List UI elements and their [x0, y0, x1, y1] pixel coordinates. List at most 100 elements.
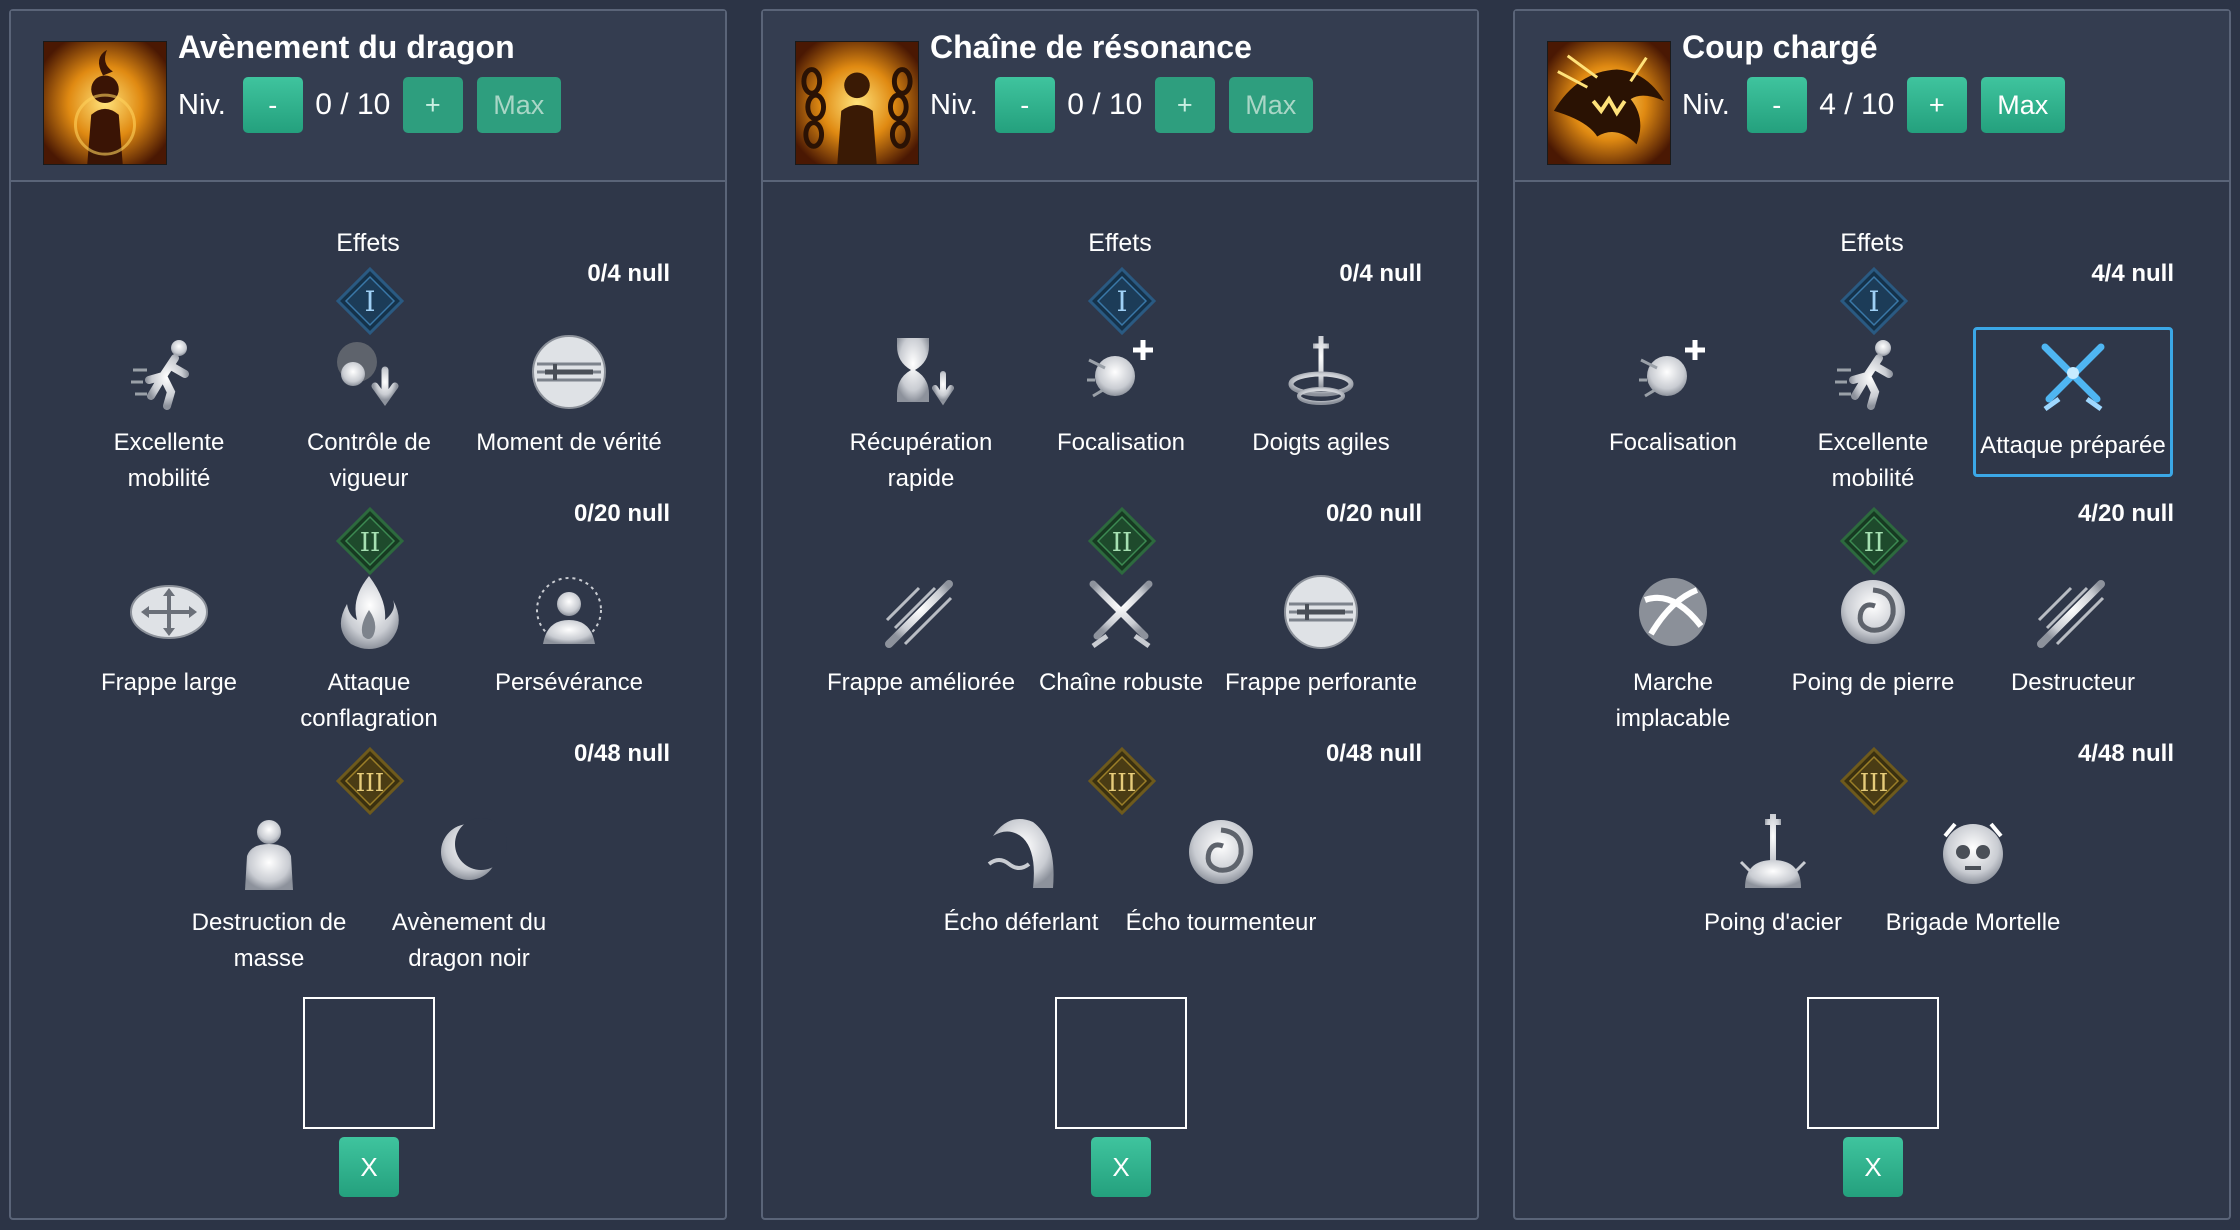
chain-skill-icon — [795, 41, 919, 165]
node-chaine-robuste[interactable]: Chaîne robuste — [1021, 567, 1221, 717]
level-max-button[interactable]: Max — [1980, 77, 2065, 133]
level-decrease-button[interactable]: - — [242, 77, 303, 133]
level-increase-button[interactable]: + — [1906, 77, 1967, 133]
tier-1-count: 0/4 null — [1339, 260, 1422, 287]
node-frappe-amelioree[interactable]: Frappe améliorée — [821, 567, 1021, 717]
skill-panel-1: Avènement du dragon Niv. - 0 / 10 + Max … — [9, 9, 727, 1220]
clear-button[interactable]: X — [1843, 1137, 1903, 1197]
node-label: Attaque préparée — [1980, 432, 2166, 459]
level-row: Niv. - 4 / 10 + Max — [1682, 77, 2065, 133]
node-perseverance[interactable]: Persévérance — [469, 567, 669, 717]
clear-button[interactable]: X — [1091, 1137, 1151, 1197]
node-frappe-perforante[interactable]: Frappe perforante — [1221, 567, 1421, 717]
vortex-icon — [1176, 807, 1266, 897]
node-echo-tourmenteur[interactable]: Écho tourmenteur — [1121, 807, 1321, 957]
hourglass-icon — [876, 327, 966, 417]
node-recuperation-rapide[interactable]: Récupération rapide — [821, 327, 1021, 492]
node-poing-de-pierre[interactable]: Poing de pierre — [1773, 567, 1973, 717]
tier-1-numeral: I — [1868, 285, 1879, 318]
crossed-swords-blue-icon — [2028, 330, 2118, 420]
node-controle-de-vigueur[interactable]: Contrôle de vigueur — [269, 327, 469, 492]
node-doigts-agiles[interactable]: Doigts agiles — [1221, 327, 1421, 477]
node-label: Destruction de masse — [191, 909, 347, 972]
charged-strike-skill-icon — [1547, 41, 1671, 165]
node-marche-implacable[interactable]: Marche implacable — [1573, 567, 1773, 732]
node-excellente-mobilite[interactable]: Excellente mobilité — [1773, 327, 1973, 492]
skill-title: Avènement du dragon — [178, 29, 515, 65]
level-current: 4 — [1819, 88, 1836, 121]
tier-1-numeral: I — [1116, 285, 1127, 318]
node-avenement-du-dragon-noir[interactable]: Avènement du dragon noir — [369, 807, 569, 972]
level-max: 10 — [356, 88, 391, 121]
node-focalisation[interactable]: Focalisation — [1573, 327, 1773, 477]
selection-slot[interactable] — [303, 997, 435, 1129]
level-increase-button[interactable]: + — [402, 77, 463, 133]
node-label: Moment de vérité — [476, 429, 662, 456]
level-value: 0 / 10 — [1055, 88, 1155, 122]
level-decrease-button[interactable]: - — [1746, 77, 1807, 133]
tier-1-count: 4/4 null — [2091, 260, 2174, 287]
node-label: Poing de pierre — [1791, 669, 1955, 696]
level-max: 10 — [1860, 88, 1895, 121]
node-label: Frappe améliorée — [826, 669, 1016, 696]
node-destructeur[interactable]: Destructeur — [1973, 567, 2173, 717]
level-value: 4 / 10 — [1807, 88, 1907, 122]
skill-title: Chaîne de résonance — [930, 29, 1252, 65]
node-label: Écho déferlant — [943, 909, 1099, 936]
panel-body: Effets 4/4 null I Focalisation Excellent… — [1515, 182, 2229, 1218]
node-attaque-conflagration[interactable]: Attaque conflagration — [269, 567, 469, 732]
level-max-button[interactable]: Max — [1228, 77, 1313, 133]
tier-3-numeral: III — [1108, 769, 1136, 797]
vigor-control-icon — [324, 327, 414, 417]
wave-icon — [976, 807, 1066, 897]
steel-fist-icon — [1728, 807, 1818, 897]
tier-1-count: 0/4 null — [587, 260, 670, 287]
selection-slot[interactable] — [1055, 997, 1187, 1129]
crossed-swords-icon — [1076, 567, 1166, 657]
sword-circle-icon — [1276, 567, 1366, 657]
tier-2-numeral: II — [1112, 528, 1133, 558]
bust-figure-icon — [224, 807, 314, 897]
node-focalisation[interactable]: Focalisation — [1021, 327, 1221, 477]
level-label: Niv. — [930, 88, 978, 121]
skull-icon — [1928, 807, 2018, 897]
level-separator: / — [1844, 88, 1853, 121]
node-poing-d-acier[interactable]: Poing d'acier — [1673, 807, 1873, 957]
node-brigade-mortelle[interactable]: Brigade Mortelle — [1873, 807, 2073, 957]
flame-icon — [324, 567, 414, 657]
sword-circle-icon — [524, 327, 614, 417]
level-decrease-button[interactable]: - — [994, 77, 1055, 133]
skill-panel-2: Chaîne de résonance Niv. - 0 / 10 + Max … — [761, 9, 1479, 1220]
node-excellente-mobilite[interactable]: Excellente mobilité — [69, 327, 269, 492]
node-label: Focalisation — [1608, 429, 1738, 456]
level-increase-button[interactable]: + — [1154, 77, 1215, 133]
node-label: Chaîne robuste — [1038, 669, 1204, 696]
panel-body: Effets 0/4 null I Excellente mobilité Co… — [11, 182, 725, 1218]
node-label: Destructeur — [2010, 669, 2136, 696]
node-label: Frappe perforante — [1224, 669, 1418, 696]
node-label: Avènement du dragon noir — [391, 909, 547, 972]
node-label: Excellente mobilité — [1817, 429, 1929, 492]
level-max-button[interactable]: Max — [476, 77, 561, 133]
node-attaque-preparee[interactable]: Attaque préparée — [1973, 327, 2173, 477]
node-label: Excellente mobilité — [113, 429, 225, 492]
node-echo-deferlant[interactable]: Écho déferlant — [921, 807, 1121, 957]
node-label: Focalisation — [1056, 429, 1186, 456]
node-label: Doigts agiles — [1252, 429, 1390, 456]
clear-button[interactable]: X — [339, 1137, 399, 1197]
node-destruction-de-masse[interactable]: Destruction de masse — [169, 807, 369, 972]
tier-3-numeral: III — [1860, 769, 1888, 797]
tier-1-numeral: I — [364, 285, 375, 318]
node-frappe-large[interactable]: Frappe large — [69, 567, 269, 717]
tier-2-count: 0/20 null — [573, 500, 670, 527]
dragon-skill-icon — [43, 41, 167, 165]
agile-fingers-icon — [1276, 327, 1366, 417]
skill-title: Coup chargé — [1682, 29, 1878, 65]
relentless-march-icon — [1628, 567, 1718, 657]
perseverance-icon — [524, 567, 614, 657]
selection-slot[interactable] — [1807, 997, 1939, 1129]
node-moment-de-verite[interactable]: Moment de vérité — [469, 327, 669, 477]
skill-panel-3: Coup chargé Niv. - 4 / 10 + Max Effets 4… — [1513, 9, 2231, 1220]
tier-3-count: 0/48 null — [1325, 740, 1422, 767]
running-figure-icon — [1828, 327, 1918, 417]
